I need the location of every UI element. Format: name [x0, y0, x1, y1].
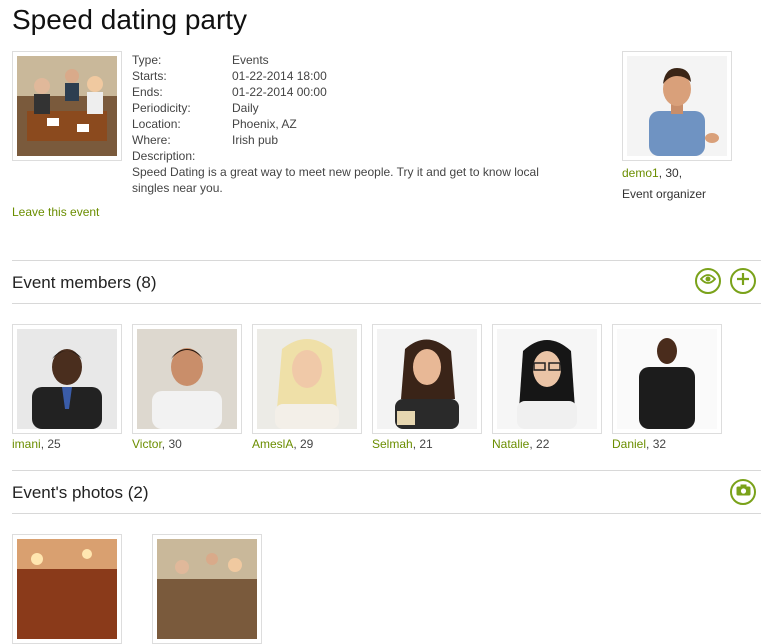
- member-card: Victor, 30: [132, 324, 242, 451]
- detail-label: Periodicity:: [132, 101, 191, 115]
- divider: [12, 303, 761, 304]
- add-member-button[interactable]: [730, 268, 756, 294]
- member-card: Selmah, 21: [372, 324, 482, 451]
- divider: [12, 260, 761, 261]
- member-age: , 32: [646, 437, 667, 451]
- member-avatar[interactable]: [132, 324, 242, 434]
- organizer-age: , 30,: [658, 166, 683, 180]
- member-age: , 21: [412, 437, 433, 451]
- member-avatar[interactable]: [492, 324, 602, 434]
- camera-icon: [736, 483, 751, 501]
- detail-value: Events: [232, 53, 269, 67]
- page-title: Speed dating party: [12, 4, 248, 35]
- member-age: , 22: [529, 437, 550, 451]
- view-members-button[interactable]: [695, 268, 721, 294]
- member-avatar[interactable]: [612, 324, 722, 434]
- eye-icon: [699, 272, 717, 290]
- plus-icon: [736, 272, 750, 291]
- detail-value: 01-22-2014 18:00: [232, 69, 327, 83]
- event-image[interactable]: [12, 51, 122, 161]
- event-description: Speed Dating is a great way to meet new …: [132, 165, 539, 195]
- detail-value: Daily: [232, 101, 259, 115]
- member-card: Natalie, 22: [492, 324, 602, 451]
- member-avatar[interactable]: [12, 324, 122, 434]
- member-avatar[interactable]: [252, 324, 362, 434]
- member-name-link[interactable]: Selmah: [372, 437, 413, 451]
- member-name-link[interactable]: Natalie: [492, 437, 529, 451]
- leave-event-link[interactable]: Leave this event: [12, 205, 99, 219]
- event-photo[interactable]: [152, 534, 262, 644]
- member-age: , 25: [40, 437, 61, 451]
- member-avatar[interactable]: [372, 324, 482, 434]
- photos-section-title: Event's photos (2): [12, 483, 149, 502]
- member-name-link[interactable]: imani: [12, 437, 41, 451]
- organizer-avatar[interactable]: [622, 51, 732, 161]
- member-card: Daniel, 32: [612, 324, 722, 451]
- member-age: , 30: [161, 437, 182, 451]
- detail-label: Where:: [132, 133, 171, 147]
- organizer-name-link[interactable]: demo1: [622, 166, 659, 180]
- add-photo-button[interactable]: [730, 479, 756, 505]
- member-age: , 29: [293, 437, 314, 451]
- event-details: Type: Events Starts: 01-22-2014 18:00 Ends…: [132, 52, 562, 196]
- organizer-info: demo1, 30,: [622, 166, 682, 180]
- detail-value: 01-22-2014 00:00: [232, 85, 327, 99]
- detail-label: Ends:: [132, 85, 163, 99]
- members-section-title: Event members (8): [12, 273, 157, 292]
- event-photo[interactable]: [12, 534, 122, 644]
- detail-label: Starts:: [132, 69, 167, 83]
- detail-value: Phoenix, AZ: [232, 117, 297, 131]
- member-card: AmeslA, 29: [252, 324, 362, 451]
- detail-label: Location:: [132, 117, 181, 131]
- detail-label: Description:: [132, 149, 196, 163]
- member-card: imani, 25: [12, 324, 122, 451]
- member-name-link[interactable]: Daniel: [612, 437, 646, 451]
- member-name-link[interactable]: AmeslA: [252, 437, 293, 451]
- organizer-role: Event organizer: [622, 187, 707, 201]
- divider: [12, 470, 761, 471]
- detail-value: Irish pub: [232, 133, 279, 147]
- member-name-link[interactable]: Victor: [132, 437, 162, 451]
- divider: [12, 513, 761, 514]
- detail-label: Type:: [132, 53, 162, 67]
